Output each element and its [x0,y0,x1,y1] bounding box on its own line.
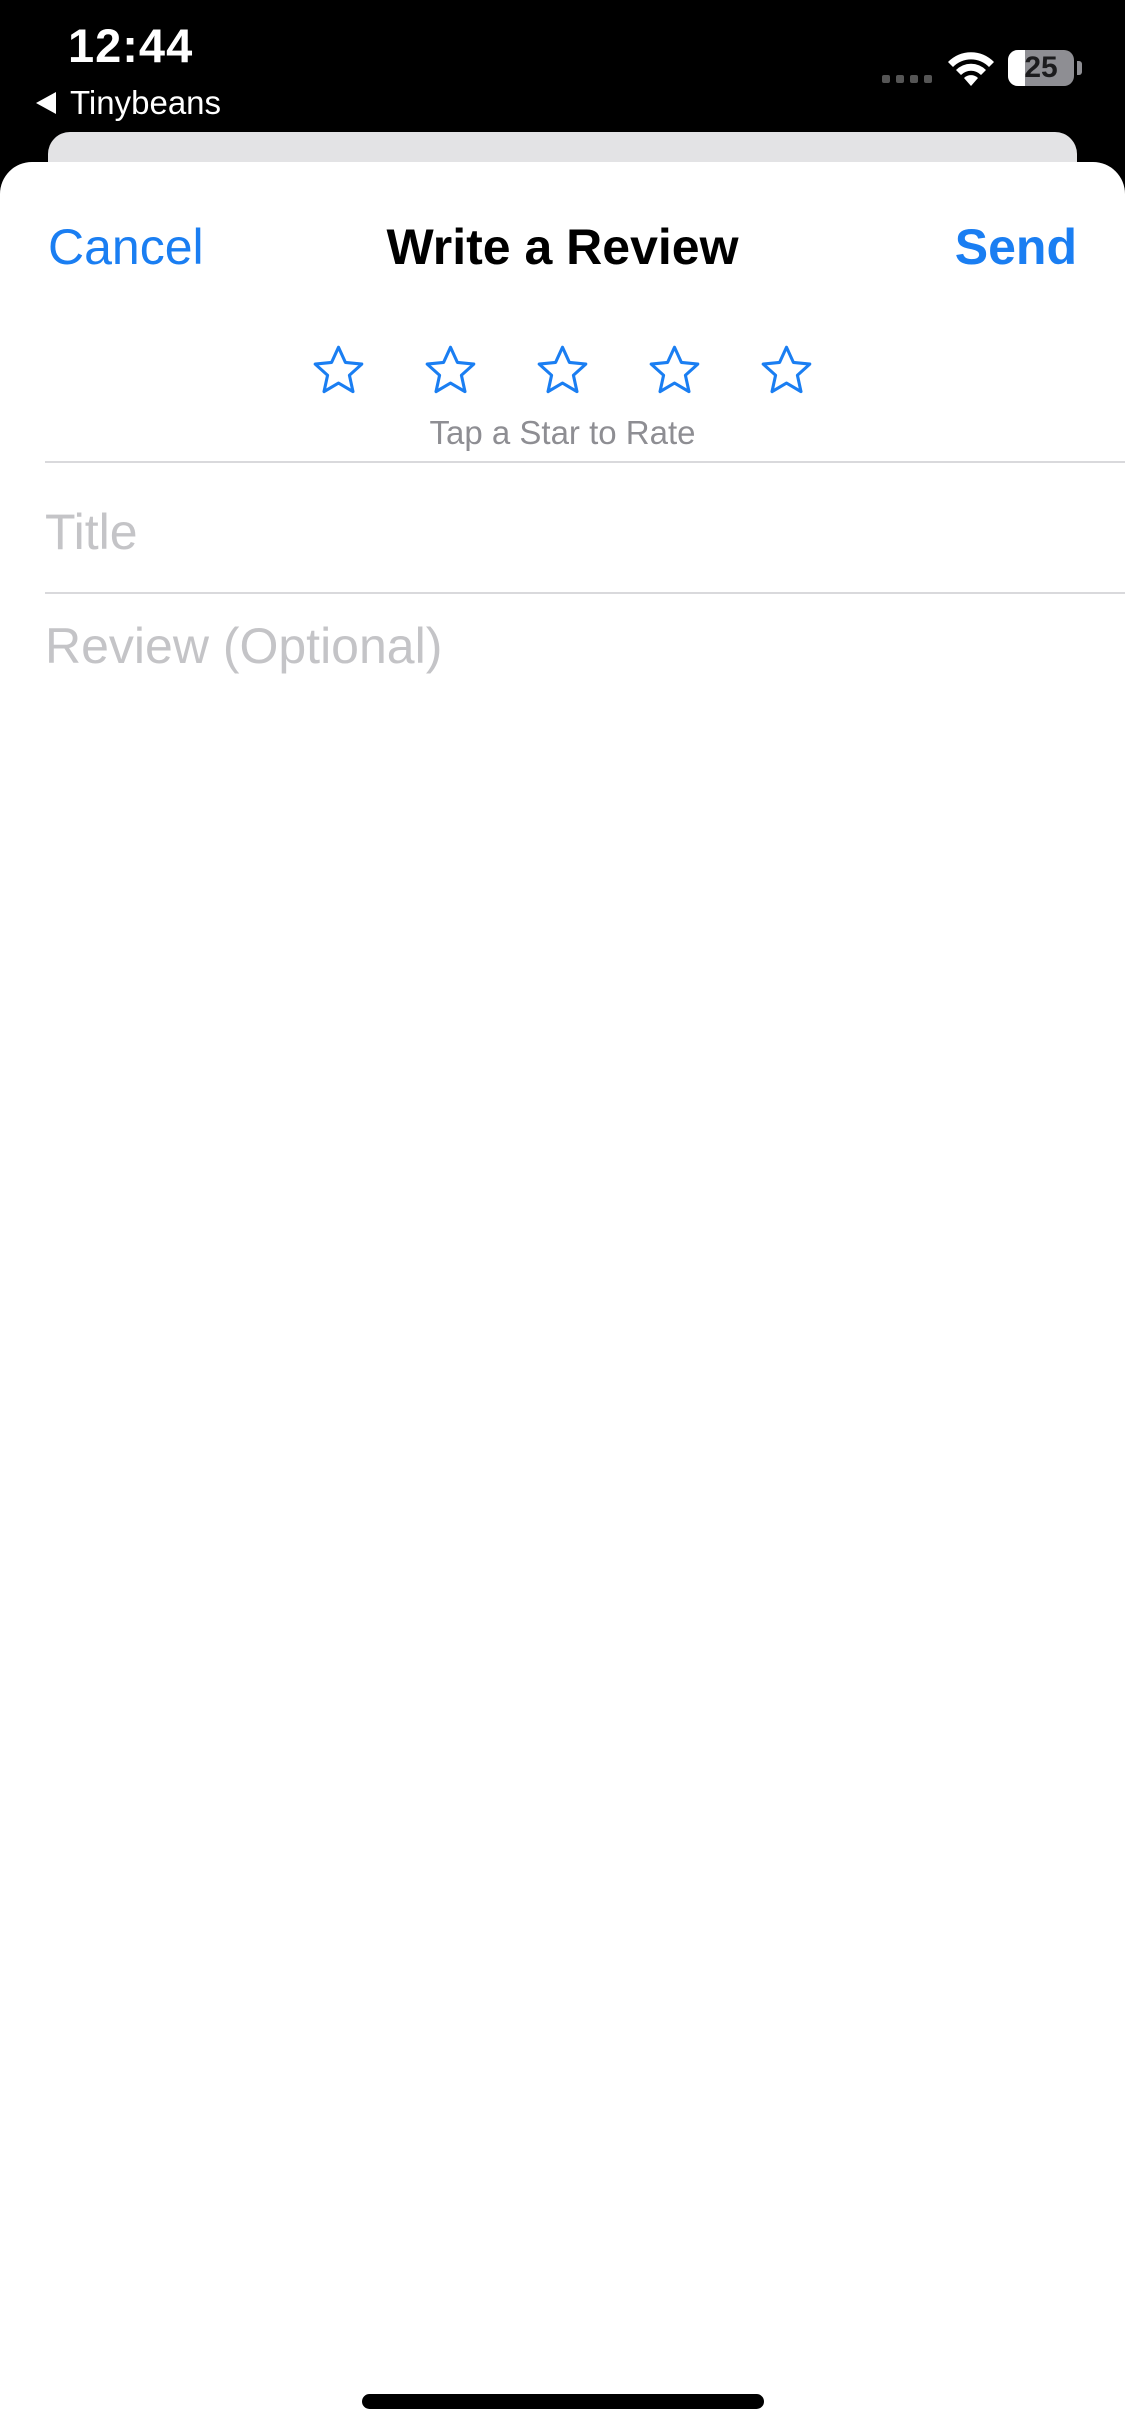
status-time: 12:44 [68,19,194,72]
send-button[interactable]: Send [955,218,1077,276]
back-to-app-button[interactable]: Tinybeans [36,80,221,126]
divider [45,461,1125,463]
rating-hint: Tap a Star to Rate [429,414,696,451]
wifi-icon [948,52,994,86]
star-2-icon[interactable] [422,342,479,399]
divider [45,592,1125,594]
star-5-icon[interactable] [758,342,815,399]
back-triangle-icon [36,92,56,114]
write-review-sheet: Cancel Write a Review Send Tap a Star to… [0,162,1125,2436]
star-4-icon[interactable] [646,342,703,399]
cellular-signal-icon [882,75,932,83]
star-rating[interactable] [0,342,1125,399]
app-screen: 12:44 Tinybeans 25 Cancel Write a Review… [0,0,1125,2436]
star-1-icon[interactable] [310,342,367,399]
star-3-icon[interactable] [534,342,591,399]
review-body-field[interactable] [45,617,1085,2117]
back-app-label: Tinybeans [70,84,222,121]
battery-level [1008,50,1025,86]
battery-percent: 25 [1024,51,1058,84]
battery-icon: 25 [1008,50,1074,86]
battery-cap [1077,61,1082,75]
review-title-field[interactable] [45,502,1085,562]
cancel-button[interactable]: Cancel [48,218,204,276]
home-indicator [362,2394,764,2409]
